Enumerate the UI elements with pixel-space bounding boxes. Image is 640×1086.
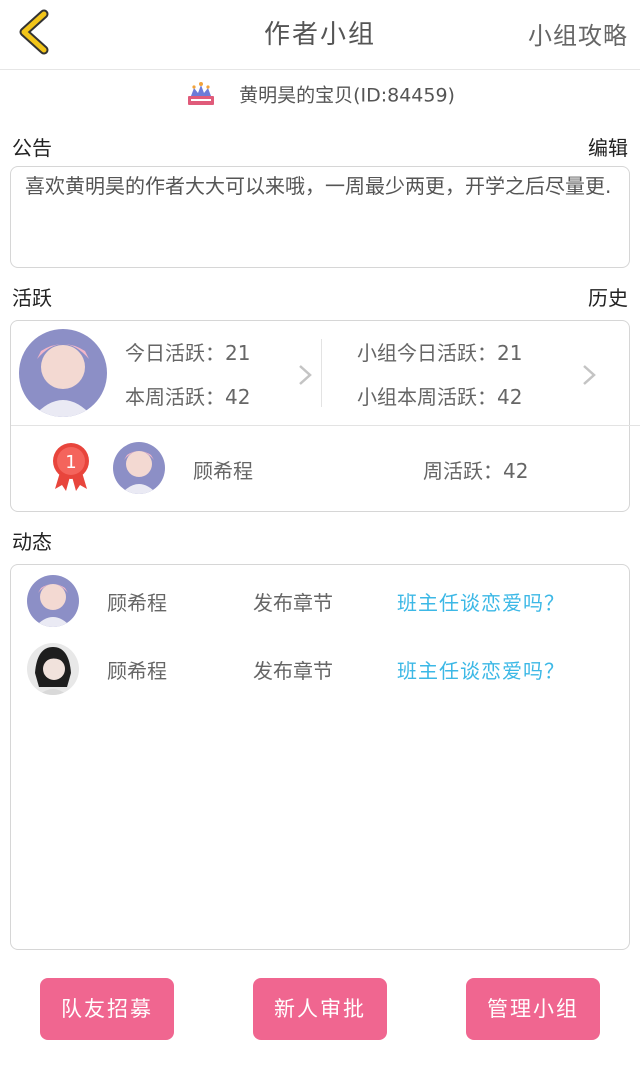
- divider: [321, 339, 322, 407]
- user-avatar[interactable]: [19, 329, 107, 417]
- recruit-teammates-button[interactable]: 队友招募: [40, 978, 174, 1040]
- group-owner-row: 黄明昊的宝贝(ID:84459): [0, 80, 640, 114]
- activity-label: 活跃: [12, 286, 52, 310]
- notice-label: 公告: [12, 136, 52, 160]
- chevron-right-icon[interactable]: [297, 363, 313, 387]
- feed-label: 动态: [12, 530, 52, 554]
- feed-action: 发布章节: [253, 659, 333, 683]
- owner-crown-icon: [188, 82, 215, 105]
- rank-weekly-activity: 周活跃：42: [423, 459, 529, 483]
- user-avatar[interactable]: [113, 442, 165, 494]
- chapter-link[interactable]: 班主任谈恋爱吗？: [397, 587, 565, 616]
- rank-number: 1: [65, 452, 76, 473]
- divider: [11, 425, 640, 426]
- feed-action: 发布章节: [253, 591, 333, 615]
- week-activity: 本周活跃：42: [125, 385, 251, 409]
- activity-box: 今日活跃：21 本周活跃：42 小组今日活跃：21 小组本周活跃：42 1 顾希…: [10, 320, 640, 512]
- user-avatar[interactable]: [27, 575, 79, 627]
- feed-user-name: 顾希程: [107, 659, 167, 683]
- today-activity: 今日活跃：21: [125, 341, 251, 365]
- owner-name: 黄明昊的宝贝(ID:84459): [239, 84, 455, 107]
- list-item: 顾希程 发布章节 班主任谈恋爱吗？: [11, 643, 631, 695]
- notice-text: 喜欢黄明昊的作者大大可以来哦，一周最少两更，开学之后尽量更.: [25, 174, 612, 198]
- manage-group-button[interactable]: 管理小组: [466, 978, 600, 1040]
- group-week-activity: 小组本周活跃：42: [357, 385, 523, 409]
- top-bar: 作者小组 小组攻略: [0, 0, 640, 70]
- user-avatar[interactable]: [27, 643, 79, 695]
- feed-user-name: 顾希程: [107, 591, 167, 615]
- notice-box: 喜欢黄明昊的作者大大可以来哦，一周最少两更，开学之后尽量更.: [10, 166, 630, 268]
- edit-notice-button[interactable]: 编辑: [588, 132, 628, 161]
- feed-box: 顾希程 发布章节 班主任谈恋爱吗？ 顾希程 发布章节 班主任谈恋爱吗？: [10, 564, 630, 950]
- rank-user-name: 顾希程: [193, 459, 253, 483]
- history-button[interactable]: 历史: [588, 282, 628, 311]
- group-guide-link[interactable]: 小组攻略: [528, 16, 628, 51]
- approve-newcomers-button[interactable]: 新人审批: [253, 978, 387, 1040]
- group-today-activity: 小组今日活跃：21: [357, 341, 523, 365]
- list-item: 顾希程 发布章节 班主任谈恋爱吗？: [11, 575, 631, 627]
- rank-medal-icon: 1: [53, 443, 89, 491]
- chevron-right-icon[interactable]: [581, 363, 597, 387]
- chapter-link[interactable]: 班主任谈恋爱吗？: [397, 655, 565, 684]
